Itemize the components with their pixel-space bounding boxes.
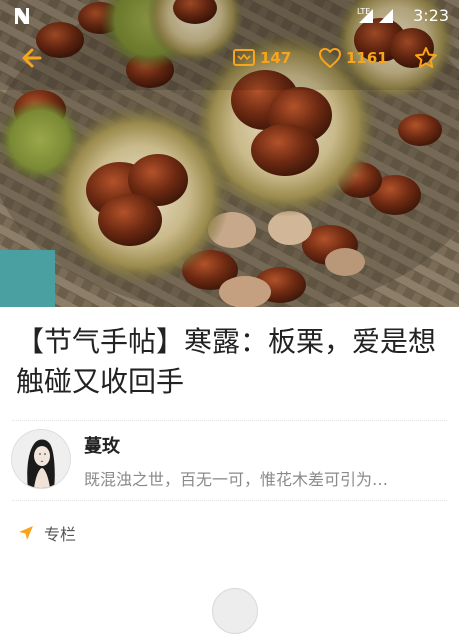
- avatar[interactable]: [12, 430, 70, 488]
- lte-signal-icon: LTE: [357, 7, 373, 23]
- system-status-icons: LTE: [357, 7, 393, 23]
- arrow-left-icon[interactable]: [18, 42, 50, 74]
- comment-icon: [233, 49, 255, 66]
- next-section-avatar: [212, 588, 258, 634]
- author-name: 蔓玫: [84, 436, 120, 457]
- favorite-button[interactable]: [414, 44, 442, 72]
- star-icon: [415, 47, 437, 68]
- article-title: 【节气手帖】寒露：板栗，爱是想触碰又收回手: [16, 325, 437, 398]
- category-label: 专栏: [44, 525, 77, 544]
- heart-icon: [319, 48, 341, 68]
- clock: 3:23: [413, 6, 449, 25]
- article-toolbar: 147 1161: [0, 36, 459, 80]
- divider: [12, 420, 447, 421]
- notification-n-icon: [15, 8, 29, 24]
- status-bar: LTE 3:23: [0, 0, 459, 32]
- comment-count: 147: [260, 49, 292, 67]
- divider: [12, 500, 447, 501]
- like-count: 1161: [346, 49, 388, 67]
- author-bio: 既混浊之世，百无一可，惟花木差可引为…: [84, 470, 389, 489]
- comments-button[interactable]: 147: [232, 44, 291, 72]
- category-tag[interactable]: 专栏: [18, 520, 76, 546]
- author-row[interactable]: 蔓玫 既混浊之世，百无一可，惟花木差可引为…: [0, 424, 459, 500]
- wifi-signal-icon: [379, 9, 393, 23]
- likes-button[interactable]: 1161: [318, 44, 388, 72]
- author-portrait: [12, 430, 70, 488]
- navigation-arrow-icon: [19, 526, 33, 540]
